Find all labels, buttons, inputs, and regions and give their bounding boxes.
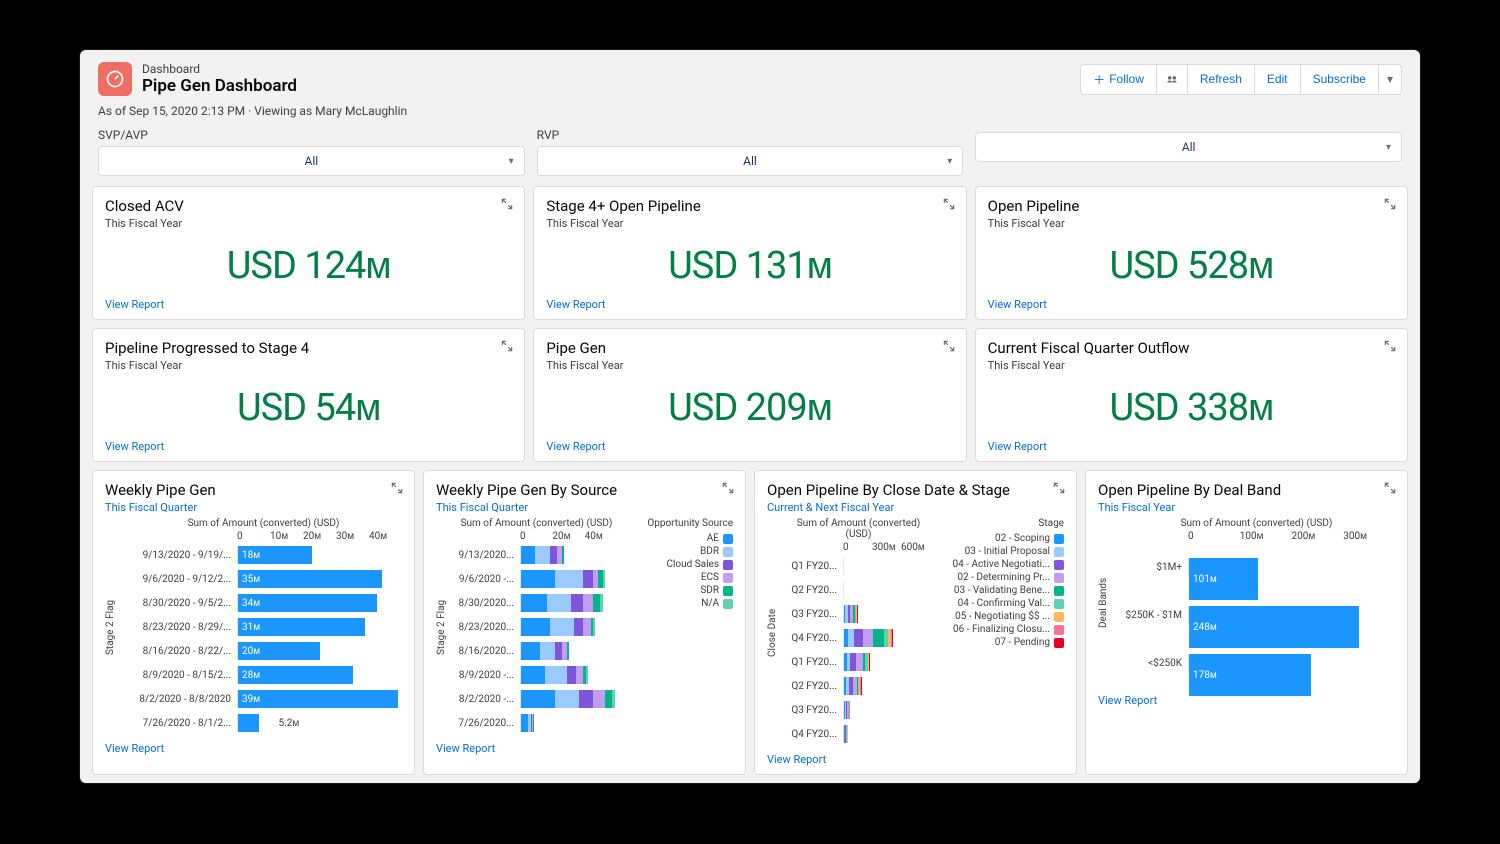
filter-svp-avp-select[interactable]: All — [98, 146, 525, 176]
view-report-link[interactable]: View Report — [436, 742, 733, 755]
object-label: Dashboard — [142, 62, 297, 76]
kpi-progressed-stage4: Pipeline Progressed to Stage 4 This Fisc… — [92, 328, 525, 462]
filter-3-select[interactable]: All — [975, 132, 1402, 162]
kpi-row-2: Pipeline Progressed to Stage 4 This Fisc… — [80, 328, 1420, 462]
expand-icon[interactable] — [1050, 479, 1068, 497]
edit-button[interactable]: Edit — [1254, 64, 1301, 95]
kpi-value: USD 209ᴍ — [546, 386, 953, 430]
chart-bars: Q1 FY20...Q2 FY20...Q3 FY20...Q4 FY20...… — [787, 555, 930, 745]
view-report-link[interactable]: View Report — [546, 298, 953, 311]
expand-icon[interactable] — [940, 195, 958, 213]
view-report-link[interactable]: View Report — [105, 298, 512, 311]
chart-weekly-pipe-gen-source: Weekly Pipe Gen By Source This Fiscal Qu… — [423, 470, 746, 775]
dashboard-window: Dashboard Pipe Gen Dashboard ＋Follow Ref… — [80, 50, 1420, 783]
view-report-link[interactable]: View Report — [988, 298, 1395, 311]
chart-bars: 9/13/2020...9/6/2020 -...8/30/2020...8/2… — [456, 544, 617, 734]
chart-row: Weekly Pipe Gen This Fiscal Quarter Stag… — [80, 470, 1420, 775]
kpi-open-pipeline: Open Pipeline This Fiscal Year USD 528ᴍ … — [975, 186, 1408, 320]
expand-icon[interactable] — [940, 337, 958, 355]
kpi-value: USD 528ᴍ — [988, 244, 1395, 288]
header-actions: ＋Follow Refresh Edit Subscribe ▾ — [1080, 64, 1402, 95]
view-report-link[interactable]: View Report — [988, 440, 1395, 453]
legend: Opportunity Source AEBDRCloud SalesECSSD… — [623, 518, 733, 736]
expand-icon[interactable] — [1381, 195, 1399, 213]
kpi-value: USD 131ᴍ — [546, 244, 953, 288]
chart-ticks: 010ᴍ20ᴍ30ᴍ40ᴍ — [125, 531, 402, 542]
expand-icon[interactable] — [498, 337, 516, 355]
subscribe-button[interactable]: Subscribe — [1300, 64, 1379, 95]
chart-bars: 9/13/2020 - 9/19/...18ᴍ9/6/2020 - 9/12/2… — [125, 544, 402, 734]
kpi-closed-acv: Closed ACV This Fiscal Year USD 124ᴍ Vie… — [92, 186, 525, 320]
meta-line: As of Sep 15, 2020 2:13 PM · Viewing as … — [80, 104, 1420, 128]
kpi-value: USD 54ᴍ — [105, 386, 512, 430]
chart-open-pipeline-deal-band: Open Pipeline By Deal Band This Fiscal Y… — [1085, 470, 1408, 775]
view-report-link[interactable]: View Report — [105, 440, 512, 453]
chart-open-pipeline-close-date: Open Pipeline By Close Date & Stage Curr… — [754, 470, 1077, 775]
kpi-value: USD 338ᴍ — [988, 386, 1395, 430]
filter-bar: SVP/AVP All RVP All All — [80, 128, 1420, 186]
header-title-group: Dashboard Pipe Gen Dashboard — [98, 62, 297, 96]
filter-3: All — [975, 128, 1402, 176]
dashboard-icon — [98, 62, 132, 96]
header: Dashboard Pipe Gen Dashboard ＋Follow Ref… — [80, 50, 1420, 104]
kpi-outflow: Current Fiscal Quarter Outflow This Fisc… — [975, 328, 1408, 462]
expand-icon[interactable] — [1381, 337, 1399, 355]
view-report-link[interactable]: View Report — [767, 753, 1064, 766]
kpi-stage4-open: Stage 4+ Open Pipeline This Fiscal Year … — [533, 186, 966, 320]
expand-icon[interactable] — [1381, 479, 1399, 497]
follow-button[interactable]: ＋Follow — [1080, 64, 1157, 95]
page-title: Pipe Gen Dashboard — [142, 76, 297, 96]
filter-rvp: RVP All — [537, 128, 964, 176]
expand-icon[interactable] — [719, 479, 737, 497]
more-actions-button[interactable]: ▾ — [1378, 64, 1402, 95]
expand-icon[interactable] — [388, 479, 406, 497]
view-report-link[interactable]: View Report — [546, 440, 953, 453]
kpi-value: USD 124ᴍ — [105, 244, 512, 288]
refresh-button[interactable]: Refresh — [1187, 64, 1255, 95]
collaborate-icon-button[interactable] — [1156, 64, 1188, 95]
chart-bars: $1M+101ᴍ$250K - $1M248ᴍ<$250K178ᴍ — [1118, 544, 1395, 686]
filter-rvp-select[interactable]: All — [537, 146, 964, 176]
legend: Stage 02 - Scoping03 - Initial Proposal0… — [936, 518, 1064, 747]
expand-icon[interactable] — [498, 195, 516, 213]
kpi-pipe-gen: Pipe Gen This Fiscal Year USD 209ᴍ View … — [533, 328, 966, 462]
chart-weekly-pipe-gen: Weekly Pipe Gen This Fiscal Quarter Stag… — [92, 470, 415, 775]
view-report-link[interactable]: View Report — [105, 742, 402, 755]
kpi-row-1: Closed ACV This Fiscal Year USD 124ᴍ Vie… — [80, 186, 1420, 320]
filter-svp-avp: SVP/AVP All — [98, 128, 525, 176]
